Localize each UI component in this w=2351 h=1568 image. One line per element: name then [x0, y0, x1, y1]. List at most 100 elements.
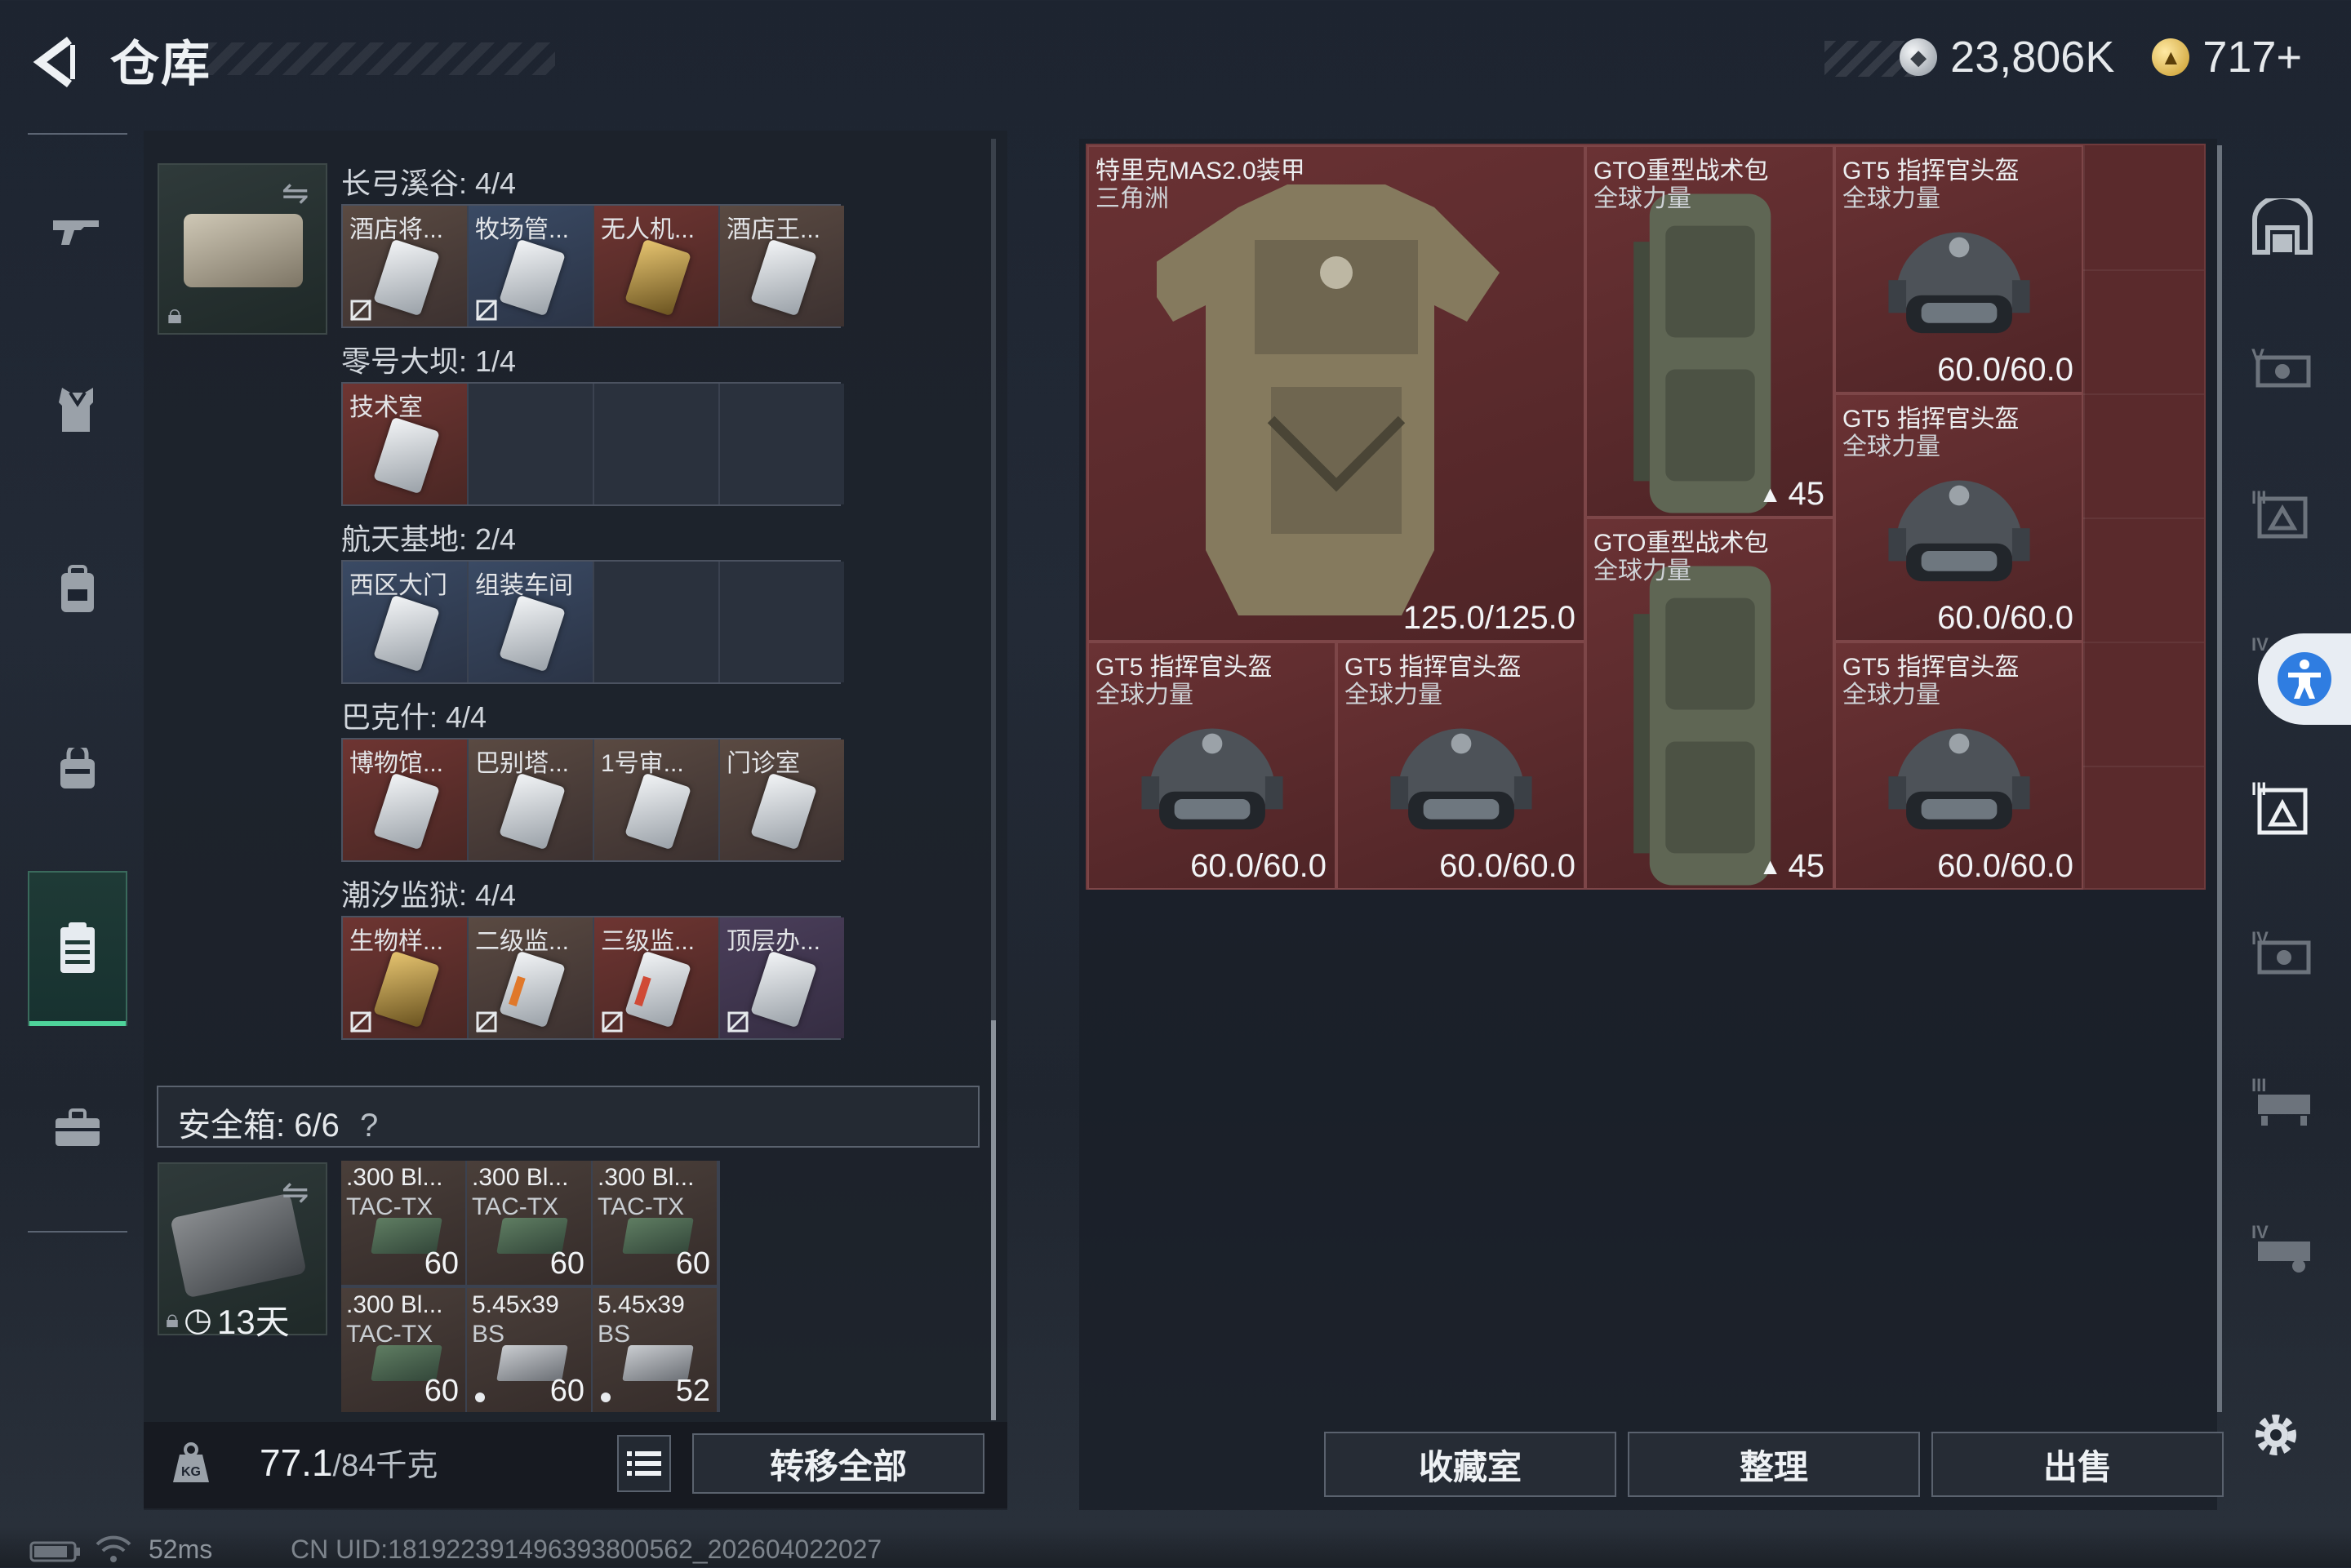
key-slot-grid: 博物馆... 巴别塔... 1号审... 门诊室	[341, 738, 844, 862]
key-card-slot[interactable]: 酒店王...	[720, 206, 844, 326]
capacity-readout: ▲ 45	[1759, 848, 1824, 885]
key-case-image	[184, 214, 303, 287]
transfer-all-button[interactable]: 转移全部	[692, 1433, 984, 1494]
key-card-slot[interactable]: 西区大门	[343, 562, 467, 682]
empty-key-slot[interactable]	[720, 384, 844, 504]
key-case-thumbnail[interactable]: ⇋ 🔒︎	[158, 163, 327, 335]
settings-button[interactable]	[2243, 1402, 2309, 1468]
ammo-name: .300 Bl...	[346, 1164, 443, 1191]
gear-icon	[2255, 1415, 2296, 1455]
sidebar-item-pouches[interactable]	[28, 691, 127, 846]
ammo-type: TAC-TX	[346, 1321, 433, 1348]
key-card-slot[interactable]: 组装车间	[469, 562, 593, 682]
category-sidebar	[28, 133, 127, 1235]
stash-tab-iv-weapons[interactable]: IV	[2243, 914, 2322, 993]
pack-icon	[1629, 178, 1792, 516]
key-card-slot[interactable]: 门诊室	[720, 740, 844, 860]
back-button[interactable]	[23, 29, 88, 95]
swap-icon[interactable]: ⇋	[282, 1174, 309, 1211]
map-section-title: 长弓溪谷: 4/4	[341, 167, 517, 200]
stash-item-pack[interactable]: GTO重型战术包 全球力量 ▲ 45	[1585, 517, 1834, 890]
svg-text:III: III	[2251, 1075, 2266, 1095]
helmet-icon	[1882, 220, 2037, 358]
sidebar-item-armor[interactable]	[28, 332, 127, 487]
v-tier-icon: V	[2251, 345, 2311, 388]
sidebar-item-backpacks[interactable]	[28, 512, 127, 667]
stash-tab-iii-selected[interactable]: III	[2243, 767, 2322, 846]
lock-icon: 🔒︎	[166, 1305, 179, 1333]
ammo-slot[interactable]: .300 Bl... TAC-TX 60	[341, 1161, 465, 1285]
vest-icon	[59, 388, 93, 432]
map-section-title: 零号大坝: 1/4	[341, 344, 517, 378]
collection-room-button[interactable]: 收藏室	[1324, 1432, 1616, 1497]
keycard-icon	[373, 416, 440, 495]
stash-tab-iii-medical[interactable]: III	[2243, 1061, 2322, 1139]
empty-key-slot[interactable]	[594, 562, 718, 682]
sidebar-item-weapons[interactable]	[28, 153, 127, 308]
sidebar-item-cases[interactable]	[28, 1051, 127, 1206]
key-card-label: 酒店王...	[727, 216, 821, 243]
stash-tab-iv-misc[interactable]: IV	[2243, 1208, 2322, 1286]
weight-icon: KG	[168, 1440, 217, 1489]
empty-key-slot[interactable]	[720, 562, 844, 682]
key-card-slot[interactable]: 二级监...	[469, 917, 593, 1038]
empty-key-slot[interactable]	[469, 384, 593, 504]
stash-tab-all[interactable]	[2243, 188, 2322, 266]
stash-tab-iii-keys[interactable]: III	[2243, 473, 2322, 552]
help-icon[interactable]: ?	[360, 1108, 378, 1144]
list-view-button[interactable]	[617, 1435, 671, 1492]
keycard-icon	[499, 950, 566, 1028]
iii-tier-active-icon: III	[2251, 779, 2308, 835]
sell-button[interactable]: 出售	[1931, 1432, 2224, 1497]
stash-item-pack[interactable]: GTO重型战术包 全球力量 ▲ 45	[1585, 145, 1834, 517]
ping-readout: 52ms	[149, 1535, 213, 1564]
key-card-slot[interactable]: 顶层办...	[720, 917, 844, 1038]
battery-icon	[29, 1539, 82, 1568]
key-card-slot[interactable]: 生物样...	[343, 917, 467, 1038]
ammo-slot[interactable]: .300 Bl... TAC-TX 60	[341, 1288, 465, 1412]
key-card-slot[interactable]: 巴别塔...	[469, 740, 593, 860]
safebox-thumbnail[interactable]: ⇋ 🔒︎ ◷ 13天	[158, 1162, 327, 1341]
svg-text:KG: KG	[181, 1465, 201, 1479]
container-scrollbar-thumb[interactable]	[991, 1020, 996, 1420]
key-card-slot[interactable]: 技术室	[343, 384, 467, 504]
ammo-quantity: 60	[549, 1374, 584, 1408]
keycard-icon	[499, 594, 566, 673]
sort-button[interactable]: 整理	[1628, 1432, 1920, 1497]
stash-item-helmet[interactable]: GT5 指挥官头盔 全球力量 60.0/60.0	[1336, 642, 1585, 890]
key-card-slot[interactable]: 无人机...	[594, 206, 718, 326]
durability-readout: 60.0/60.0	[1937, 352, 2073, 388]
key-card-slot[interactable]: 酒店将...	[343, 206, 467, 326]
no-trade-icon	[601, 1011, 624, 1033]
empty-key-slot[interactable]	[594, 384, 718, 504]
gold-amount[interactable]: 717+	[2202, 32, 2302, 82]
ammo-slot[interactable]: 5.45x39 BS 52	[593, 1288, 717, 1412]
ammo-slot[interactable]: .300 Bl... TAC-TX 60	[467, 1161, 591, 1285]
sidebar-item-key-case[interactable]	[28, 871, 127, 1026]
stash-item-vest[interactable]: 特里克MAS2.0装甲 三角洲 125.0/125.0	[1087, 145, 1585, 642]
stash-tab-v-weapons[interactable]: V	[2243, 326, 2322, 405]
stash-item-helmet[interactable]: GT5 指挥官头盔 全球力量 60.0/60.0	[1834, 393, 2083, 642]
stash-item-helmet[interactable]: GT5 指挥官头盔 全球力量 60.0/60.0	[1834, 642, 2083, 890]
stash-scrollbar[interactable]	[2217, 145, 2222, 1412]
key-card-slot[interactable]: 1号审...	[594, 740, 718, 860]
stash-item-helmet[interactable]: GT5 指挥官头盔 全球力量 60.0/60.0	[1834, 145, 2083, 393]
ammo-name: .300 Bl...	[598, 1164, 695, 1191]
swap-icon[interactable]: ⇋	[282, 175, 309, 212]
svg-text:IV: IV	[2251, 1222, 2269, 1242]
stash-item-helmet[interactable]: GT5 指挥官头盔 全球力量 60.0/60.0	[1087, 642, 1336, 890]
ammo-slot[interactable]: 5.45x39 BS 60	[467, 1288, 591, 1412]
key-card-slot[interactable]: 博物馆...	[343, 740, 467, 860]
keycard-icon	[750, 950, 817, 1028]
keycard-case-icon	[60, 922, 95, 973]
pack-icon	[1629, 550, 1792, 888]
back-arrow-icon	[33, 37, 75, 87]
key-card-slot[interactable]: 牧场管...	[469, 206, 593, 326]
item-faction: 全球力量	[1593, 557, 1691, 584]
item-faction: 全球力量	[1842, 185, 1940, 212]
stash-grid: 特里克MAS2.0装甲 三角洲 125.0/125.0 GTO重型战术包 全球力量 ▲ 45…	[1086, 144, 2206, 890]
ammo-slot[interactable]: .300 Bl... TAC-TX 60	[593, 1161, 717, 1285]
key-card-slot[interactable]: 三级监...	[594, 917, 718, 1038]
accessibility-button[interactable]	[2258, 633, 2351, 725]
current-weight: 77.1	[260, 1441, 333, 1484]
